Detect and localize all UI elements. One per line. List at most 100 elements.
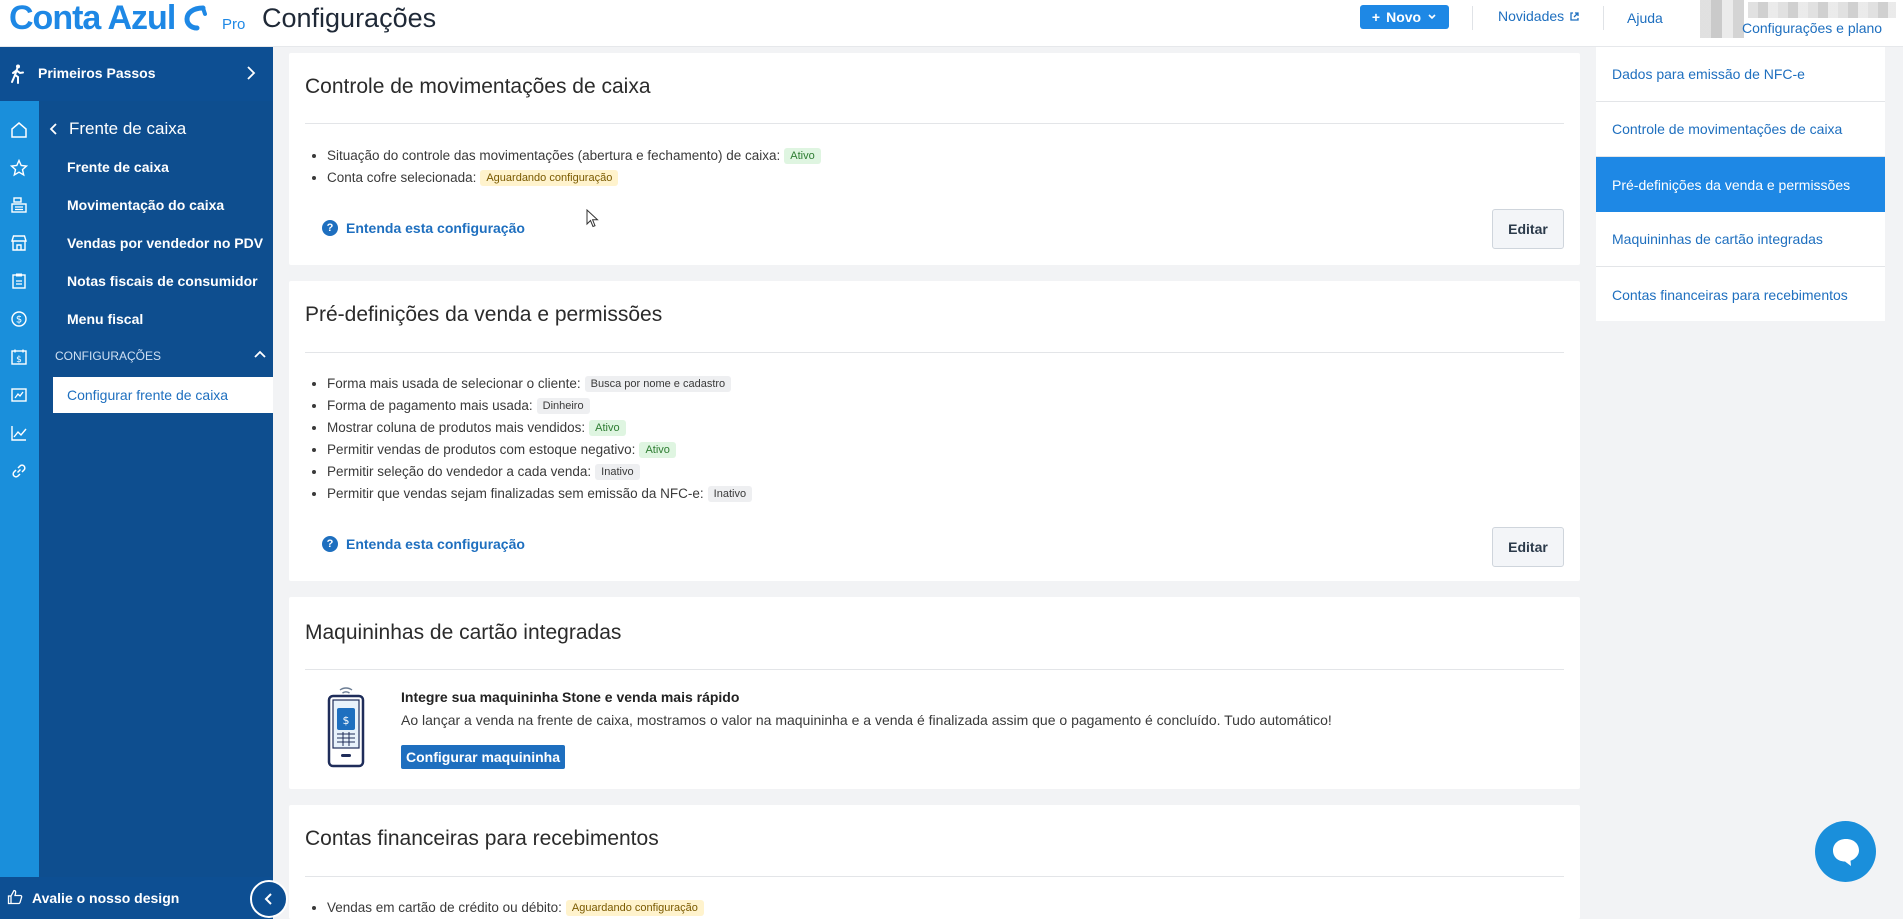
- divider: [1472, 6, 1473, 30]
- page-title: Configurações: [262, 3, 437, 33]
- page-sections-nav: Dados para emissão de NFC-e Controle de …: [1596, 47, 1885, 321]
- store-icon[interactable]: [7, 231, 31, 255]
- news-link[interactable]: Novidades: [1498, 8, 1580, 24]
- plus-icon: +: [1371, 9, 1381, 25]
- avatar[interactable]: [1700, 0, 1744, 38]
- nav-item-cash-control[interactable]: Controle de movimentações de caixa: [1596, 102, 1885, 157]
- card-machines-card: Maquininhas de cartão integradas $ Integ…: [289, 597, 1580, 789]
- nav-item-accounts[interactable]: Contas financeiras para recebimentos: [1596, 267, 1885, 322]
- external-link-icon: [1570, 11, 1579, 21]
- svg-text:$: $: [16, 315, 22, 326]
- star-icon[interactable]: [7, 156, 31, 180]
- chevron-up-icon: [254, 350, 266, 358]
- new-button[interactable]: + Novo: [1360, 5, 1449, 29]
- list-item: Permitir vendas de produtos com estoque …: [327, 439, 752, 461]
- chevron-right-icon: [247, 66, 256, 80]
- list-item: Mostrar coluna de produtos mais vendidos…: [327, 417, 752, 439]
- news-link-label: Novidades: [1498, 8, 1565, 24]
- config-section-label: CONFIGURAÇÕES: [55, 349, 162, 363]
- home-icon[interactable]: [7, 118, 31, 142]
- nav-item-nfce[interactable]: Dados para emissão de NFC-e: [1596, 47, 1885, 102]
- account-name-redacted: [1748, 2, 1896, 18]
- account-settings-link[interactable]: Configurações e plano: [1742, 20, 1882, 36]
- chat-bubble-icon: [1832, 838, 1859, 866]
- sidebar-item-menu-fiscal[interactable]: Menu fiscal: [67, 311, 143, 327]
- status-badge: Inativo: [707, 486, 753, 502]
- nav-item-presets[interactable]: Pré-definições da venda e permissões: [1596, 157, 1885, 212]
- card-machine-illustration: $: [327, 687, 365, 768]
- getting-started-bar[interactable]: Primeiros Passos: [0, 47, 273, 101]
- divider: [305, 669, 1564, 670]
- thumbs-up-icon: [7, 889, 23, 905]
- status-badge: Ativo: [589, 420, 626, 436]
- new-button-label: Novo: [1386, 9, 1422, 25]
- mouse-cursor-icon: [586, 209, 599, 228]
- chevron-left-icon: [49, 123, 57, 135]
- accounts-card: Contas financeiras para recebimentos Ven…: [289, 805, 1580, 919]
- top-bar: Conta Azul Pro Configurações + Novo Novi…: [0, 0, 1903, 47]
- divider: [1603, 6, 1604, 30]
- sidebar-item-movimentacao[interactable]: Movimentação do caixa: [67, 197, 224, 213]
- chart-line-icon[interactable]: [7, 421, 31, 445]
- sidebar-section-title: Frente de caixa: [69, 119, 187, 138]
- sidebar-item-vendas-vendedor[interactable]: Vendas por vendedor no PDV: [67, 235, 263, 251]
- list-item: Vendas em cartão de crédito ou débito:Ag…: [327, 897, 704, 919]
- promo-description: Ao lançar a venda na frente de caixa, mo…: [401, 712, 1332, 728]
- chat-button[interactable]: [1815, 821, 1876, 882]
- presets-card: Pré-definições da venda e permissões For…: [289, 281, 1580, 581]
- getting-started-label: Primeiros Passos: [38, 65, 156, 81]
- divider: [305, 352, 1564, 353]
- help-link[interactable]: ? Entenda esta configuração: [322, 220, 525, 236]
- calendar-money-icon[interactable]: $: [7, 345, 31, 369]
- promo-title: Integre sua maquininha Stone e venda mai…: [401, 689, 740, 705]
- card-title: Pré-definições da venda e permissões: [305, 303, 663, 326]
- help-link[interactable]: ? Entenda esta configuração: [322, 536, 525, 552]
- help-link-label: Entenda esta configuração: [346, 220, 525, 236]
- config-section-toggle[interactable]: CONFIGURAÇÕES: [55, 349, 267, 363]
- svg-text:$: $: [16, 355, 22, 365]
- help-link-label: Entenda esta configuração: [346, 536, 525, 552]
- plan-label: Pro: [222, 16, 246, 33]
- chevron-down-icon: [1428, 14, 1436, 20]
- list-item: Conta cofre selecionada:Aguardando confi…: [327, 167, 821, 189]
- reports-icon[interactable]: [7, 383, 31, 407]
- sidebar-back[interactable]: Frente de caixa: [49, 119, 186, 139]
- edit-button[interactable]: Editar: [1492, 527, 1564, 567]
- help-link-label: Ajuda: [1627, 10, 1663, 26]
- list-item: Forma mais usada de selecionar o cliente…: [327, 373, 752, 395]
- list-item: Permitir que vendas sejam finalizadas se…: [327, 483, 753, 505]
- status-badge: Aguardando configuração: [565, 900, 704, 916]
- status-badge: Ativo: [784, 148, 821, 164]
- chevron-left-icon: [264, 893, 272, 905]
- sidebar-item-configurar-frente[interactable]: Configurar frente de caixa: [53, 377, 273, 413]
- nav-item-card-machines[interactable]: Maquininhas de cartão integradas: [1596, 212, 1885, 267]
- link-icon[interactable]: [7, 459, 31, 483]
- settings-list: Vendas em cartão de crédito ou débito:Ag…: [305, 897, 704, 919]
- sidebar-item-notas-fiscais[interactable]: Notas fiscais de consumidor: [67, 273, 258, 289]
- sidebar-item-frente-de-caixa[interactable]: Frente de caixa: [67, 159, 169, 175]
- configure-machine-button[interactable]: Configurar maquininha: [401, 745, 565, 769]
- logo-text: Conta Azul: [9, 0, 176, 37]
- status-badge: Inativo: [595, 464, 640, 480]
- feedback-bar[interactable]: Avalie o nosso design: [0, 877, 273, 919]
- edit-button[interactable]: Editar: [1492, 209, 1564, 249]
- divider: [305, 123, 1564, 124]
- help-link[interactable]: Ajuda: [1627, 10, 1663, 26]
- list-item: Permitir seleção do vendedor a cada vend…: [327, 461, 752, 483]
- status-badge: Dinheiro: [536, 398, 590, 414]
- icon-rail: $ $: [0, 47, 39, 877]
- logo-mark-icon: [184, 5, 208, 31]
- brand-logo[interactable]: Conta Azul: [9, 0, 208, 37]
- list-item: Situação do controle das movimentações (…: [327, 145, 821, 167]
- card-title: Maquininhas de cartão integradas: [305, 621, 622, 644]
- walking-person-icon: [11, 64, 24, 84]
- status-badge: Ativo: [639, 442, 676, 458]
- card-title: Contas financeiras para recebimentos: [305, 827, 659, 850]
- cash-register-icon[interactable]: [7, 193, 31, 217]
- card-title: Controle de movimentações de caixa: [305, 75, 651, 98]
- dollar-icon[interactable]: $: [7, 307, 31, 331]
- collapse-sidebar-button[interactable]: [250, 880, 288, 918]
- feedback-label: Avalie o nosso design: [32, 890, 180, 906]
- status-badge: Aguardando configuração: [480, 170, 619, 186]
- clipboard-icon[interactable]: [7, 269, 31, 293]
